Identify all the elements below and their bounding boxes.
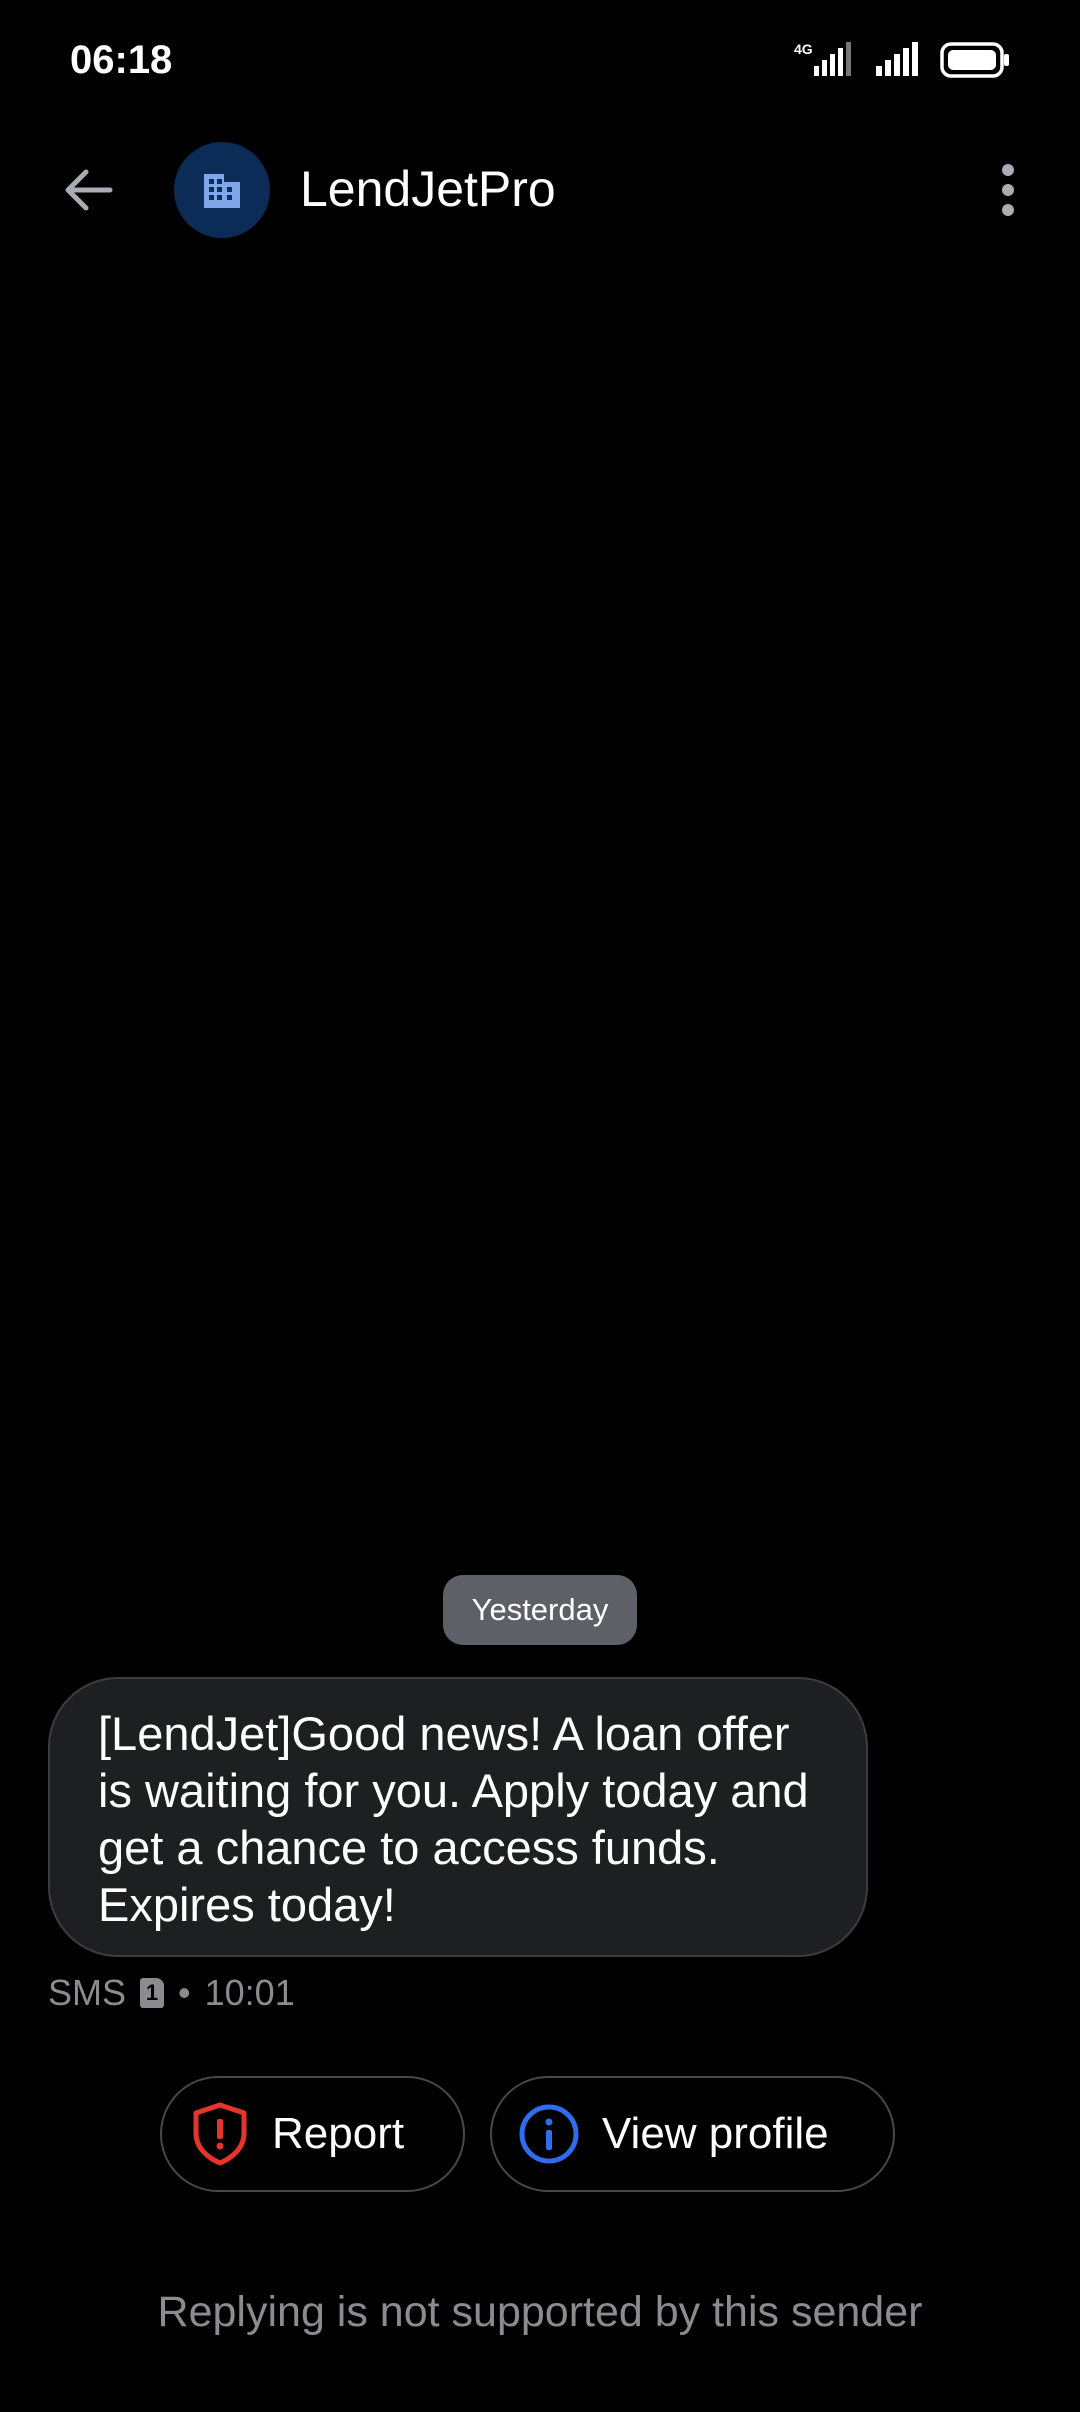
message-text: [LendJet]Good news! A loan offer is wait… — [98, 1707, 809, 1931]
status-time: 06:18 — [70, 38, 173, 82]
contact-name[interactable]: LendJetPro — [300, 160, 556, 218]
app-bar: LendJetPro — [0, 130, 1080, 250]
view-profile-button[interactable]: View profile — [490, 2076, 895, 2192]
signal-icon — [876, 42, 918, 76]
status-bar: 06:18 4G — [0, 0, 1080, 120]
building-icon — [204, 174, 240, 208]
status-icons: 4G — [792, 40, 1010, 80]
message-meta: SMS 1 • 10:01 — [48, 1972, 295, 2014]
message-channel: SMS — [48, 1972, 127, 2013]
report-button[interactable]: Report — [160, 2076, 465, 2192]
network-type-label: 4G — [794, 41, 813, 57]
battery-icon — [940, 42, 1009, 78]
info-icon — [519, 2104, 579, 2164]
message-bubble[interactable]: [LendJet]Good news! A loan offer is wait… — [48, 1677, 868, 1957]
back-button[interactable] — [48, 150, 128, 230]
more-vertical-icon — [1002, 164, 1014, 216]
more-options-button[interactable] — [968, 150, 1048, 230]
shield-alert-icon — [193, 2102, 247, 2166]
contact-avatar[interactable] — [174, 142, 270, 238]
meta-separator: • — [178, 1972, 191, 2013]
sim-card-icon: 1 — [140, 1978, 165, 2008]
arrow-left-icon — [65, 169, 113, 211]
message-time: 10:01 — [204, 1972, 295, 2013]
reply-unsupported-note: Replying is not supported by this sender — [157, 2288, 923, 2336]
date-chip: Yesterday — [443, 1575, 637, 1645]
4g-signal-icon: 4G — [794, 41, 851, 76]
view-profile-label: View profile — [602, 2109, 829, 2158]
report-label: Report — [272, 2109, 405, 2158]
